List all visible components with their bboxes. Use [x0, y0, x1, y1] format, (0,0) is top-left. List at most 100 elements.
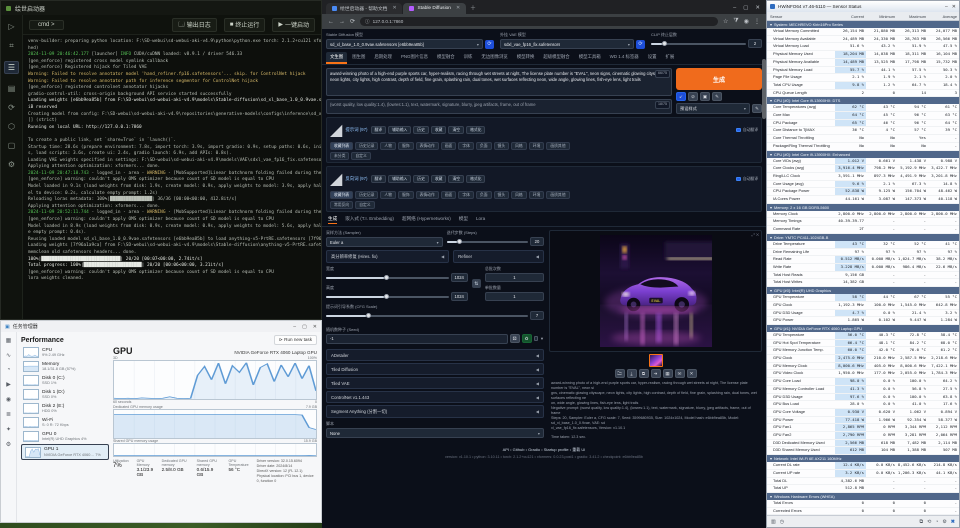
env-icon[interactable]: ⌗ — [9, 42, 14, 50]
panel-button-格式化[interactable]: 格式化 — [466, 175, 486, 183]
prompt-textarea[interactable]: award-winning photo of a high-end purple… — [326, 68, 672, 96]
model-dropdown[interactable]: sd_xl_base_1.0_0.9vae.safetensors [e6bb9… — [326, 39, 483, 49]
gen-tab-嵌入式 (T.I. Embedding)[interactable]: 嵌入式 (T.I. Embedding) — [345, 216, 394, 224]
extensions-icon[interactable]: ⧩ — [733, 18, 738, 25]
clock-icon[interactable]: ◔ — [935, 519, 938, 525]
sensor-row[interactable]: Core Temperatures (avg) 62 °C 43 °C 94 °C 61… — [767, 104, 959, 113]
sensor-row[interactable]: GPU Fan2 2,790 RPM 0 RPM 3,281 RPM 2,064 RPM — [767, 432, 959, 440]
refresh-vae-icon[interactable]: ⟳ — [636, 39, 645, 49]
styles-dropdown[interactable]: 预设样式 ▾ — [676, 103, 750, 114]
sensor-row[interactable]: Core Thermal Throttling No No Yes - — [767, 135, 959, 143]
collapse-icon[interactable]: ▾ — [770, 326, 772, 331]
steps-value[interactable]: 20 — [530, 237, 544, 246]
tab-后期处理[interactable]: 后期处理 — [370, 52, 396, 64]
maximize-icon[interactable]: ▢ — [302, 324, 307, 330]
batch-size-value[interactable]: 1 — [484, 292, 544, 301]
sensor-row[interactable]: CPU Queue Length 2 0 14 3 — [767, 90, 959, 98]
sensor-row[interactable]: GPU Power 1.865 W 0.102 W 9.447 W 1.284 W — [767, 317, 959, 325]
sampler-dropdown[interactable]: Euler a ▾ — [326, 237, 443, 247]
perf-list-item-memory[interactable]: Memory 18.1/31.8 GB (57%) — [21, 360, 109, 373]
profile-avatar[interactable]: ◉ — [744, 18, 749, 25]
gen-tab-模型[interactable]: 模型 — [459, 216, 468, 224]
reload-icon[interactable]: ⟳ — [350, 18, 355, 25]
sensor-row[interactable]: D3D Dedicated Memory Used 2,566 MB 618 MB 7… — [767, 439, 959, 448]
sensor-row[interactable]: Core Usage (avg) 9.6 % 2.1 % 67.3 % 14.8 % — [767, 180, 959, 189]
gallery-thumbnail[interactable] — [648, 354, 663, 367]
panel-button-历史[interactable]: 历史 — [413, 175, 429, 183]
category-表情动作[interactable]: 表情动作 — [415, 142, 439, 150]
footer-link-Github[interactable]: Github — [513, 447, 525, 452]
footer-link-Startup-profile[interactable]: Startup profile — [544, 447, 569, 452]
tab-无边图像浏览[interactable]: 无边图像浏览 — [477, 52, 511, 64]
close-icon[interactable]: ✕ — [755, 5, 760, 11]
tab-训练[interactable]: 训练 — [460, 52, 477, 64]
minimize-icon[interactable]: – — [733, 5, 736, 11]
open-folder-icon[interactable]: 🗀 — [614, 369, 625, 378]
collapse-icon[interactable]: ▾ — [770, 22, 772, 27]
tab-扩展[interactable]: 扩展 — [662, 52, 679, 64]
column-header-maximum[interactable]: Maximum — [897, 14, 928, 19]
swap-dimensions-icon[interactable]: ⇅ — [471, 279, 481, 288]
sensor-row[interactable]: Physical Memory Load 55.7 % 44.1 % 57.5 % 50… — [767, 66, 959, 75]
sensor-group-header[interactable]: ▾ CPU [#0]: Intel Core i9-13900HX: Enhanc… — [767, 150, 959, 158]
refresh-icon[interactable]: ⟳ — [8, 104, 15, 112]
category-人物[interactable]: 人物 — [380, 191, 396, 199]
category-风格[interactable]: 风格 — [511, 142, 527, 150]
tab-模型转换[interactable]: 模型转换 — [513, 52, 539, 64]
panel-button-收藏[interactable]: 收藏 — [430, 126, 447, 134]
translate-checkbox[interactable] — [736, 127, 741, 133]
sensor-row[interactable]: GPU Fan1 2,865 RPM 0 RPM 3,344 RPM 2,112 RPM — [767, 424, 959, 433]
hwinfo-titlebar[interactable]: HWiNFO64 v7.46-5110 — Sensor Status – ✕ — [767, 1, 959, 12]
sensor-row[interactable]: GPU Clock 1,192.3 MHz 100.0 MHz 1,545.0 MHz… — [767, 302, 959, 310]
close-sensors-icon[interactable]: ✖ — [951, 519, 955, 525]
width-slider[interactable] — [326, 274, 449, 280]
sensor-row[interactable]: GPU Bus Load 28.0 % 0.0 % 41.0 % 17.6 % — [767, 401, 959, 409]
negative-prompt-textarea[interactable]: (worst quality, low quality:1.4), (lowre… — [326, 99, 672, 114]
browser-tab-1[interactable]: Stable Diffusion ✕ — [403, 3, 467, 14]
collapse-icon[interactable]: ◢ — [330, 169, 342, 189]
collapse-icon[interactable]: ▾ — [770, 494, 772, 499]
sensor-row[interactable]: Core Clocks (avg) 3,916.4 MHz 798.2 MHz 5,1… — [767, 165, 959, 173]
perf-list-item-gpu-0[interactable]: GPU 0 Intel(R) UHD Graphics 4% — [21, 430, 109, 443]
category-自定义[interactable]: 自定义 — [351, 152, 371, 160]
forward-icon[interactable]: → — [339, 19, 345, 25]
random-seed-icon[interactable]: ⚄ — [509, 334, 520, 344]
processes-icon[interactable]: ▦ — [6, 337, 12, 344]
width-value[interactable]: 1024 — [450, 273, 468, 282]
send-to-inpaint-icon[interactable]: ▦ — [662, 369, 673, 378]
perf-list-item-wi-fi[interactable]: Wi-Fi S: 0 R: 72 Kbps — [21, 416, 109, 429]
category-镜头[interactable]: 镜头 — [493, 191, 510, 199]
sensor-row[interactable]: Read Rate 0.512 MB/s 0.000 MB/s 1,024.7 MB/… — [767, 256, 959, 264]
minimize-icon[interactable]: – — [293, 324, 296, 330]
sensor-group-header[interactable]: ▾ GPU [#0]: Intel(R) UHD Graphics — [767, 287, 959, 295]
apply-style-icon[interactable]: ▣ — [700, 92, 710, 101]
sensor-row[interactable]: Total DL 4,382.6 MB - - - — [767, 478, 959, 486]
category-画质其他[interactable]: 画质其他 — [546, 142, 570, 150]
sensor-row[interactable]: GPU Power 77.418 W 1.966 W 92.354 W 58.377 W — [767, 416, 959, 425]
browser-tab-0[interactable]: 绘世启动器 - 帮助文档 ✕ — [326, 3, 403, 14]
category-环境[interactable]: 环境 — [528, 142, 545, 150]
window-icon[interactable]: ▢ — [8, 142, 16, 150]
perf-list-item-disk-0-c-[interactable]: Disk 0 (C:) SSD 1% — [21, 374, 109, 387]
panel-button-翻译[interactable]: 翻译 — [370, 175, 387, 183]
column-header-current[interactable]: Current — [835, 14, 866, 19]
close-icon[interactable]: ✕ — [952, 4, 956, 10]
maximize-icon[interactable]: ▢ — [743, 5, 748, 11]
column-header-minimum[interactable]: Minimum — [866, 14, 897, 19]
sensor-row[interactable]: Virtual Memory Load 51.6 % 43.2 % 51.9 % 47.… — [767, 43, 959, 52]
category-镜头[interactable]: 镜头 — [493, 142, 510, 150]
terminal-action-console-icon[interactable]: 🗔 输出日志 — [172, 17, 217, 32]
dedicated-memory-chart[interactable] — [113, 409, 317, 439]
sensor-group-header[interactable]: ▾ System: MECHREVO Kirin16Pro Series — [767, 21, 959, 28]
users-icon[interactable]: ◉ — [6, 396, 11, 403]
site-info-icon[interactable]: ⓘ — [365, 19, 370, 25]
generate-button[interactable]: 生成 — [676, 68, 762, 90]
sensor-group-header[interactable]: ▾ Network: Intel Wi-Fi 6E AX211 160MHz — [767, 455, 959, 463]
details-icon[interactable]: ≣ — [6, 411, 11, 418]
sensor-row[interactable]: Core Max 64 °C 45 °C 96 °C 63 °C — [767, 112, 959, 120]
sensor-row[interactable]: Core Distance to TjMAX 36 °C 4 °C 57 °C 39 °… — [767, 127, 959, 136]
close-icon[interactable]: ✕ — [313, 324, 317, 330]
sensor-row[interactable]: Ring/LLC Clock 3,591.1 MHz 897.3 MHz 4,491.… — [767, 173, 959, 181]
category-未分类[interactable]: 未分类 — [330, 152, 350, 160]
console-icon[interactable]: ☰ — [3, 61, 20, 74]
